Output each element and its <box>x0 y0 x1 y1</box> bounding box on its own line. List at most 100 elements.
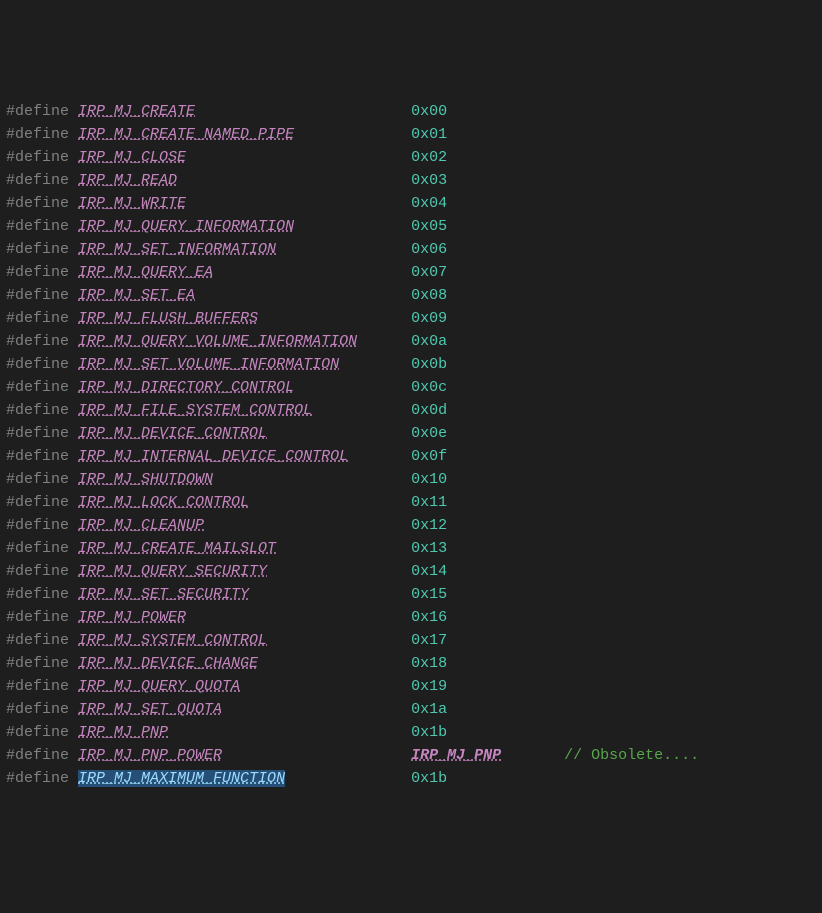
spacing <box>204 517 411 534</box>
macro-name: IRP_MJ_QUERY_QUOTA <box>78 678 240 695</box>
spacing <box>177 172 411 189</box>
spacing <box>213 471 411 488</box>
macro-name: IRP_MJ_LOCK_CONTROL <box>78 494 249 511</box>
code-line: #define IRP_MJ_QUERY_SECURITY 0x14 <box>6 560 816 583</box>
directive-keyword: define <box>15 356 78 373</box>
spacing <box>276 540 411 557</box>
spacing <box>267 632 411 649</box>
spacing <box>168 724 411 741</box>
directive-keyword: define <box>15 241 78 258</box>
directive-keyword: define <box>15 287 78 304</box>
hash-symbol: # <box>6 172 15 189</box>
hash-symbol: # <box>6 379 15 396</box>
code-line: #define IRP_MJ_CREATE 0x00 <box>6 100 816 123</box>
macro-value: 0x00 <box>411 103 447 120</box>
macro-name: IRP_MJ_SET_VOLUME_INFORMATION <box>78 356 339 373</box>
macro-value: 0x17 <box>411 632 447 649</box>
code-block: #define IRP_MJ_CREATE 0x00#define IRP_MJ… <box>6 100 816 790</box>
macro-value: 0x08 <box>411 287 447 304</box>
macro-value: 0x1b <box>411 724 447 741</box>
directive-keyword: define <box>15 540 78 557</box>
macro-value: 0x06 <box>411 241 447 258</box>
macro-value: 0x1a <box>411 701 447 718</box>
spacing <box>258 655 411 672</box>
directive-keyword: define <box>15 448 78 465</box>
macro-name: IRP_MJ_SYSTEM_CONTROL <box>78 632 267 649</box>
directive-keyword: define <box>15 425 78 442</box>
macro-value: 0x0e <box>411 425 447 442</box>
directive-keyword: define <box>15 310 78 327</box>
code-line: #define IRP_MJ_POWER 0x16 <box>6 606 816 629</box>
hash-symbol: # <box>6 333 15 350</box>
spacing <box>195 287 411 304</box>
macro-name: IRP_MJ_SET_EA <box>78 287 195 304</box>
macro-name: IRP_MJ_CREATE <box>78 103 195 120</box>
spacing <box>348 448 411 465</box>
code-line: #define IRP_MJ_FLUSH_BUFFERS 0x09 <box>6 307 816 330</box>
code-line: #define IRP_MJ_PNP_POWER IRP_MJ_PNP // O… <box>6 744 816 767</box>
hash-symbol: # <box>6 471 15 488</box>
hash-symbol: # <box>6 517 15 534</box>
hash-symbol: # <box>6 632 15 649</box>
spacing <box>258 310 411 327</box>
spacing <box>312 402 411 419</box>
hash-symbol: # <box>6 264 15 281</box>
code-line: #define IRP_MJ_SET_VOLUME_INFORMATION 0x… <box>6 353 816 376</box>
macro-name: IRP_MJ_FLUSH_BUFFERS <box>78 310 258 327</box>
macro-value: 0x0c <box>411 379 447 396</box>
macro-name: IRP_MJ_PNP_POWER <box>78 747 222 764</box>
spacing <box>339 356 411 373</box>
hash-symbol: # <box>6 678 15 695</box>
directive-keyword: define <box>15 195 78 212</box>
hash-symbol: # <box>6 195 15 212</box>
code-line: #define IRP_MJ_QUERY_INFORMATION 0x05 <box>6 215 816 238</box>
hash-symbol: # <box>6 609 15 626</box>
code-line: #define IRP_MJ_LOCK_CONTROL 0x11 <box>6 491 816 514</box>
hash-symbol: # <box>6 701 15 718</box>
hash-symbol: # <box>6 356 15 373</box>
macro-value: 0x19 <box>411 678 447 695</box>
directive-keyword: define <box>15 724 78 741</box>
code-line: #define IRP_MJ_READ 0x03 <box>6 169 816 192</box>
macro-name: IRP_MJ_PNP <box>78 724 168 741</box>
macro-value: 0x07 <box>411 264 447 281</box>
macro-name: IRP_MJ_DIRECTORY_CONTROL <box>78 379 294 396</box>
macro-name: IRP_MJ_DEVICE_CONTROL <box>78 425 267 442</box>
macro-name: IRP_MJ_READ <box>78 172 177 189</box>
hash-symbol: # <box>6 586 15 603</box>
macro-name: IRP_MJ_CREATE_NAMED_PIPE <box>78 126 294 143</box>
macro-name: IRP_MJ_SET_INFORMATION <box>78 241 276 258</box>
macro-value: 0x15 <box>411 586 447 603</box>
hash-symbol: # <box>6 655 15 672</box>
spacing <box>294 218 411 235</box>
macro-name: IRP_MJ_DEVICE_CHANGE <box>78 655 258 672</box>
hash-symbol: # <box>6 149 15 166</box>
directive-keyword: define <box>15 103 78 120</box>
hash-symbol: # <box>6 241 15 258</box>
directive-keyword: define <box>15 333 78 350</box>
macro-name: IRP_MJ_QUERY_VOLUME_INFORMATION <box>78 333 357 350</box>
code-line: #define IRP_MJ_INTERNAL_DEVICE_CONTROL 0… <box>6 445 816 468</box>
macro-value: 0x02 <box>411 149 447 166</box>
macro-value: 0x12 <box>411 517 447 534</box>
spacing <box>186 149 411 166</box>
spacing <box>285 770 411 787</box>
directive-keyword: define <box>15 126 78 143</box>
macro-value: 0x13 <box>411 540 447 557</box>
hash-symbol: # <box>6 402 15 419</box>
hash-symbol: # <box>6 310 15 327</box>
code-line: #define IRP_MJ_SET_EA 0x08 <box>6 284 816 307</box>
macro-name: IRP_MJ_QUERY_EA <box>78 264 213 281</box>
code-line: #define IRP_MJ_MAXIMUM_FUNCTION 0x1b <box>6 767 816 790</box>
macro-value: 0x0d <box>411 402 447 419</box>
macro-name: IRP_MJ_WRITE <box>78 195 186 212</box>
directive-keyword: define <box>15 149 78 166</box>
macro-name: IRP_MJ_QUERY_INFORMATION <box>78 218 294 235</box>
code-line: #define IRP_MJ_WRITE 0x04 <box>6 192 816 215</box>
hash-symbol: # <box>6 494 15 511</box>
macro-name: IRP_MJ_CLEANUP <box>78 517 204 534</box>
macro-name: IRP_MJ_POWER <box>78 609 186 626</box>
macro-name: IRP_MJ_QUERY_SECURITY <box>78 563 267 580</box>
directive-keyword: define <box>15 701 78 718</box>
code-line: #define IRP_MJ_QUERY_QUOTA 0x19 <box>6 675 816 698</box>
